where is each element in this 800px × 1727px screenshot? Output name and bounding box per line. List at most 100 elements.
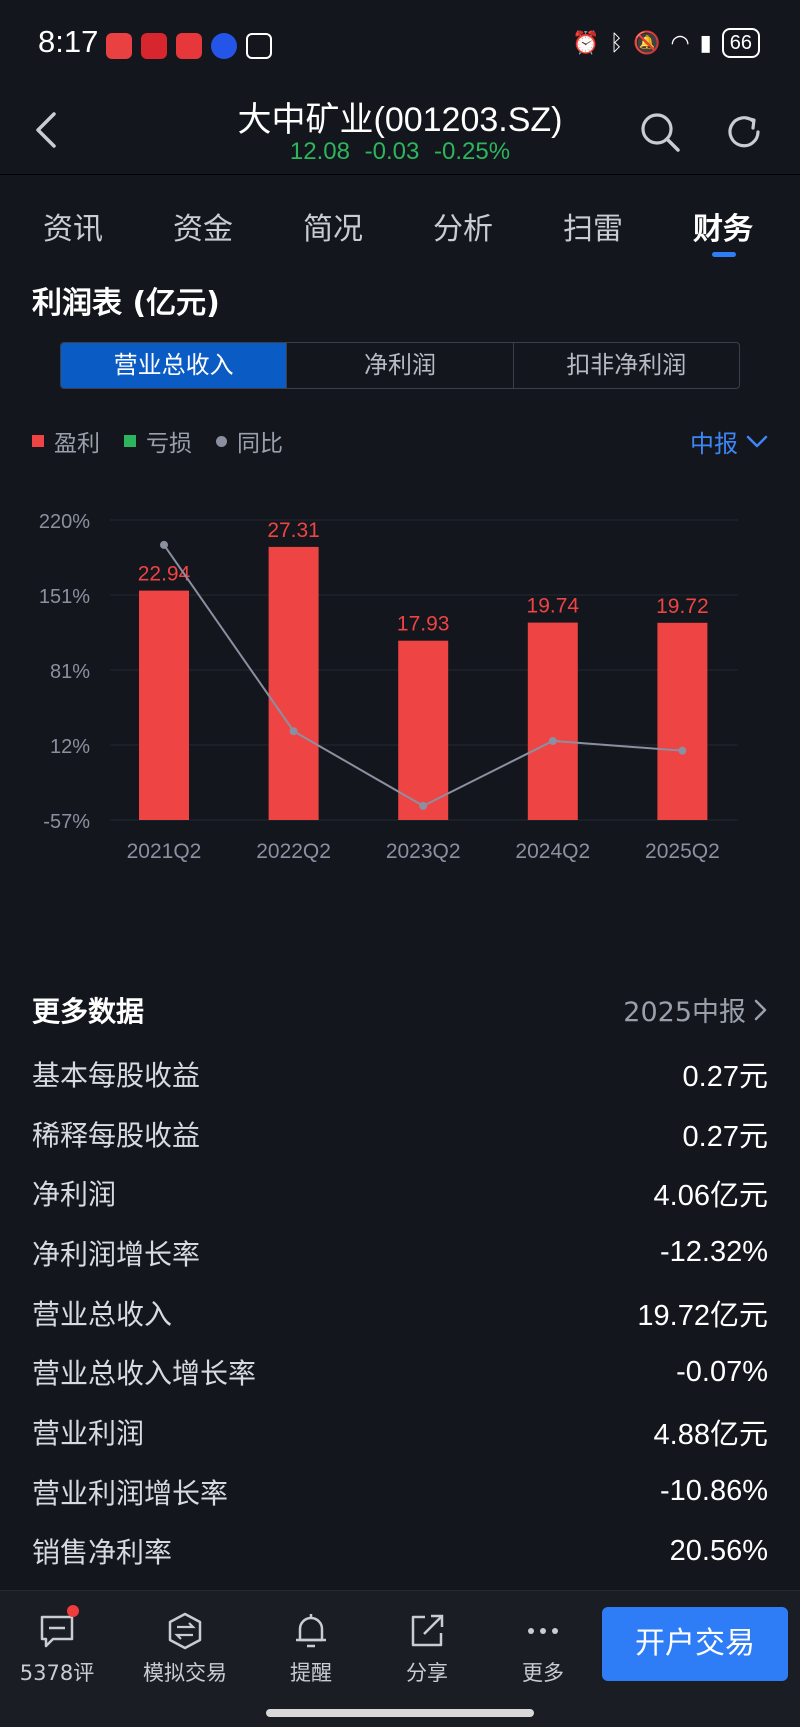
status-bar: 8:17 ⏰ ᛒ 🔕 ◠ ▮ 66 <box>0 0 800 90</box>
bar-value-label: 19.74 <box>527 595 580 618</box>
tab-financials[interactable]: 财务 <box>658 204 788 248</box>
stock-change-pct: -0.25% <box>434 138 511 165</box>
remind-label: 提醒 <box>290 1661 332 1685</box>
revenue-chart: 220% 151% 81% 12% -57% 22.94 2021Q2 27.31 2022Q2… <box>0 490 800 960</box>
bar-value-label: 22.94 <box>138 563 191 586</box>
bar <box>139 590 189 820</box>
bar <box>657 622 708 820</box>
period-dropdown[interactable]: 中报 <box>690 424 768 459</box>
tab-bar: 资讯 资金 简况 分析 扫雷 财务 <box>0 190 800 260</box>
row-label: 净利润 <box>32 1178 117 1212</box>
x-tick-label: 2025Q2 <box>645 840 720 863</box>
x-tick-label: 2023Q2 <box>386 840 461 863</box>
blue-app-icon <box>211 33 237 59</box>
data-row-net-profit: 净利润 4.06亿元 <box>32 1163 768 1223</box>
x-tick-label: 2021Q2 <box>127 840 202 863</box>
row-value: 0.27元 <box>682 1120 768 1153</box>
x-tick-label: 2024Q2 <box>515 840 590 863</box>
tab-news[interactable]: 资讯 <box>8 204 138 248</box>
row-label: 营业利润增长率 <box>32 1476 229 1510</box>
chevron-down-icon <box>746 435 768 447</box>
row-label: 稀释每股收益 <box>32 1118 201 1152</box>
data-row-basic-eps: 基本每股收益 0.27元 <box>32 1044 768 1104</box>
red-app-icon <box>141 33 167 59</box>
tab-analysis[interactable]: 分析 <box>398 204 528 248</box>
search-icon[interactable] <box>638 110 682 154</box>
chevron-right-icon <box>754 999 767 1020</box>
exchange-icon <box>165 1611 205 1651</box>
bar <box>398 640 449 820</box>
row-value: -0.07% <box>676 1355 768 1388</box>
stock-header: 大中矿业(001203.SZ) 12.08 -0.03 -0.25% <box>0 90 800 175</box>
legend-profit-label: 盈利 <box>54 431 100 457</box>
bell-icon <box>291 1611 331 1651</box>
share-button[interactable]: 分享 <box>372 1611 482 1687</box>
row-label: 销售净利率 <box>32 1536 173 1570</box>
battery-icon: 66 <box>721 28 760 58</box>
legend-profit-swatch <box>32 435 44 447</box>
mute-icon: 🔕 <box>633 30 661 56</box>
notification-badge <box>67 1605 79 1617</box>
section-title: 利润表 (亿元) <box>32 286 220 321</box>
data-row-operating-profit-growth: 营业利润增长率 -10.86% <box>32 1462 768 1522</box>
legend-yoy-swatch <box>216 435 227 447</box>
yoy-point <box>548 736 557 745</box>
wifi-icon: ◠ <box>670 30 690 56</box>
legend-loss-swatch <box>124 435 136 447</box>
y-tick-label: 12% <box>50 736 90 758</box>
tab-funds[interactable]: 资金 <box>138 204 268 248</box>
y-tick-label: 151% <box>39 586 90 608</box>
legend-yoy: 同比 <box>216 424 283 458</box>
home-indicator[interactable] <box>266 1709 534 1717</box>
more-data-period: 2025中报 <box>623 997 746 1028</box>
nfc-icon <box>246 33 272 59</box>
more-data-header: 更多数据 2025中报 <box>32 990 768 1030</box>
more-data-period-link[interactable]: 2025中报 <box>623 990 768 1029</box>
chart-legend: 盈利 亏损 同比 <box>32 424 283 458</box>
bottom-action-bar: 5378评 模拟交易 提醒 分享 更多 开户交易 <box>0 1590 800 1727</box>
row-value: 0.27元 <box>682 1060 768 1093</box>
simulate-trade-button[interactable]: 模拟交易 <box>130 1611 240 1687</box>
period-dropdown-label: 中报 <box>690 430 738 458</box>
row-label: 营业总收入增长率 <box>32 1357 257 1391</box>
tab-overview[interactable]: 简况 <box>268 204 398 248</box>
more-dots-icon <box>523 1611 563 1651</box>
more-button[interactable]: 更多 <box>488 1611 598 1687</box>
segment-deducted-net-profit[interactable]: 扣非净利润 <box>514 343 739 388</box>
x-tick-label: 2022Q2 <box>256 840 331 863</box>
mail-app-icon <box>176 33 202 59</box>
data-row-diluted-eps: 稀释每股收益 0.27元 <box>32 1104 768 1164</box>
comment-icon <box>37 1605 79 1651</box>
tab-risk-scan[interactable]: 扫雷 <box>528 204 658 248</box>
row-value: 4.88亿元 <box>653 1418 768 1451</box>
bar <box>527 622 578 820</box>
comments-label: 5378评 <box>19 1661 95 1685</box>
data-row-net-profit-growth: 净利润增长率 -12.32% <box>32 1223 768 1283</box>
yoy-point <box>160 540 168 549</box>
signal-icon: ▮ <box>699 30 712 56</box>
remind-button[interactable]: 提醒 <box>256 1611 366 1687</box>
segment-total-revenue[interactable]: 营业总收入 <box>61 343 288 388</box>
simulate-trade-label: 模拟交易 <box>143 1661 227 1685</box>
y-tick-label: 220% <box>39 511 90 533</box>
y-tick-label: -57% <box>43 811 90 833</box>
stock-change: -0.03 <box>364 138 420 165</box>
bluetooth-icon: ᛒ <box>609 30 624 56</box>
legend-yoy-label: 同比 <box>237 431 283 457</box>
bar-value-label: 19.72 <box>656 595 709 618</box>
status-time: 8:17 <box>38 24 99 59</box>
data-row-net-margin: 销售净利率 20.56% <box>32 1522 768 1582</box>
row-label: 营业利润 <box>32 1416 145 1450</box>
open-account-trade-button[interactable]: 开户交易 <box>602 1607 788 1681</box>
legend-loss-label: 亏损 <box>146 431 192 457</box>
yoy-point <box>419 801 428 810</box>
segment-net-profit[interactable]: 净利润 <box>287 343 514 388</box>
row-value: 20.56% <box>669 1534 768 1567</box>
share-icon <box>407 1611 447 1651</box>
legend-loss: 亏损 <box>124 424 192 458</box>
yoy-point <box>289 727 298 736</box>
comments-button[interactable]: 5378评 <box>2 1605 112 1687</box>
refresh-icon[interactable] <box>722 110 766 154</box>
huawei-app-icon <box>106 33 132 59</box>
data-row-total-revenue: 营业总收入 19.72亿元 <box>32 1283 768 1343</box>
